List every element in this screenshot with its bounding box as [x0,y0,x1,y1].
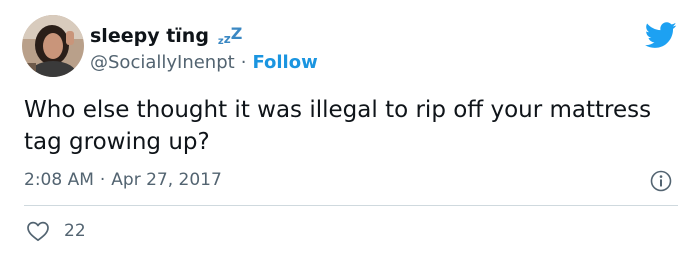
tweet-text: Who else thought it was illegal to rip o… [24,97,652,155]
zzz-sleep-icon: z z Z [217,23,243,47]
avatar-image [22,15,84,77]
author-display-name[interactable]: sleepy tïng [90,25,209,47]
tweet-time[interactable]: 2:08 AM [24,170,94,190]
handle-separator: · [240,51,247,73]
avatar[interactable] [22,15,84,77]
tweet-date[interactable]: Apr 27, 2017 [111,170,222,190]
author-name-row[interactable]: sleepy tïng z z Z [90,22,242,50]
follow-button[interactable]: Follow [252,52,317,73]
tweet-card: sleepy tïng z z Z @SociallyInenpt · Foll… [0,0,700,257]
info-icon[interactable] [650,170,672,192]
tweet-timestamp[interactable]: 2:08 AM · Apr 27, 2017 [24,170,222,190]
twitter-bird-icon[interactable] [644,22,677,49]
timestamp-separator: · [99,170,106,190]
heart-icon[interactable] [26,220,50,242]
like-button[interactable]: 22 [26,219,86,243]
like-count: 22 [64,221,86,241]
author-handle[interactable]: @SociallyInenpt [90,52,235,73]
author-handle-row: @SociallyInenpt · Follow [90,50,318,74]
divider [24,205,678,206]
